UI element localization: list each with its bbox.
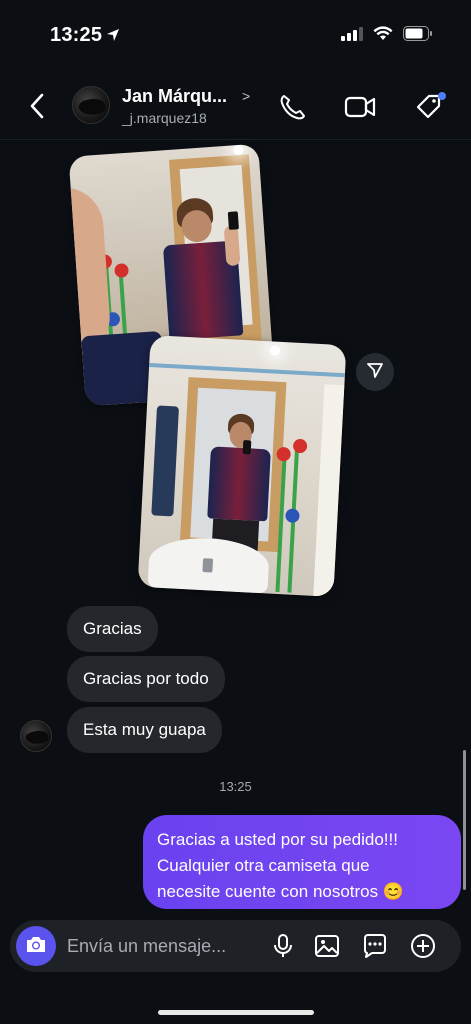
chevron-right-icon[interactable]: > <box>242 88 250 104</box>
home-indicator[interactable] <box>158 1010 314 1015</box>
contact-name[interactable]: Jan Márqu... <box>122 86 227 107</box>
gallery-icon[interactable] <box>313 932 341 960</box>
camera-icon <box>25 934 47 959</box>
incoming-message[interactable]: Esta muy guapa <box>67 707 222 753</box>
back-icon[interactable] <box>26 92 50 120</box>
signal-icon <box>341 26 363 46</box>
outgoing-line: Gracias a usted por su pedido!!! <box>157 830 398 849</box>
scrollbar[interactable] <box>463 750 466 890</box>
avatar[interactable] <box>72 86 110 124</box>
location-arrow-icon <box>106 28 120 47</box>
camera-button[interactable] <box>16 926 56 966</box>
message-timestamp: 13:25 <box>219 779 252 794</box>
phone-icon[interactable] <box>278 92 308 122</box>
plus-icon[interactable] <box>409 932 437 960</box>
video-icon[interactable] <box>344 92 376 122</box>
tag-icon[interactable] <box>414 92 446 122</box>
share-button[interactable] <box>356 353 394 391</box>
shared-photo-2[interactable] <box>137 335 347 597</box>
sticker-icon[interactable] <box>361 932 389 960</box>
incoming-message[interactable]: Gracias por todo <box>67 656 225 702</box>
send-arrow-icon <box>366 361 384 384</box>
chat-header: Jan Márqu... > _j.marquez18 <box>0 72 471 140</box>
incoming-message[interactable]: Gracias <box>67 606 158 652</box>
message-input[interactable] <box>67 933 257 959</box>
microphone-icon[interactable] <box>269 932 297 960</box>
outgoing-line: necesite cuente con nosotros 😊 <box>157 882 405 901</box>
notification-dot <box>438 92 446 100</box>
sender-avatar[interactable] <box>20 720 52 752</box>
outgoing-line: Cualquier otra camiseta que <box>157 856 370 875</box>
status-time: 13:25 <box>50 24 103 46</box>
battery-icon <box>403 26 433 46</box>
message-composer <box>10 920 461 972</box>
status-bar: 13:25 <box>0 0 471 72</box>
outgoing-message[interactable]: Gracias a usted por su pedido!!! Cualqui… <box>143 815 461 909</box>
contact-username[interactable]: _j.marquez18 <box>122 110 207 126</box>
wifi-icon <box>373 26 393 46</box>
